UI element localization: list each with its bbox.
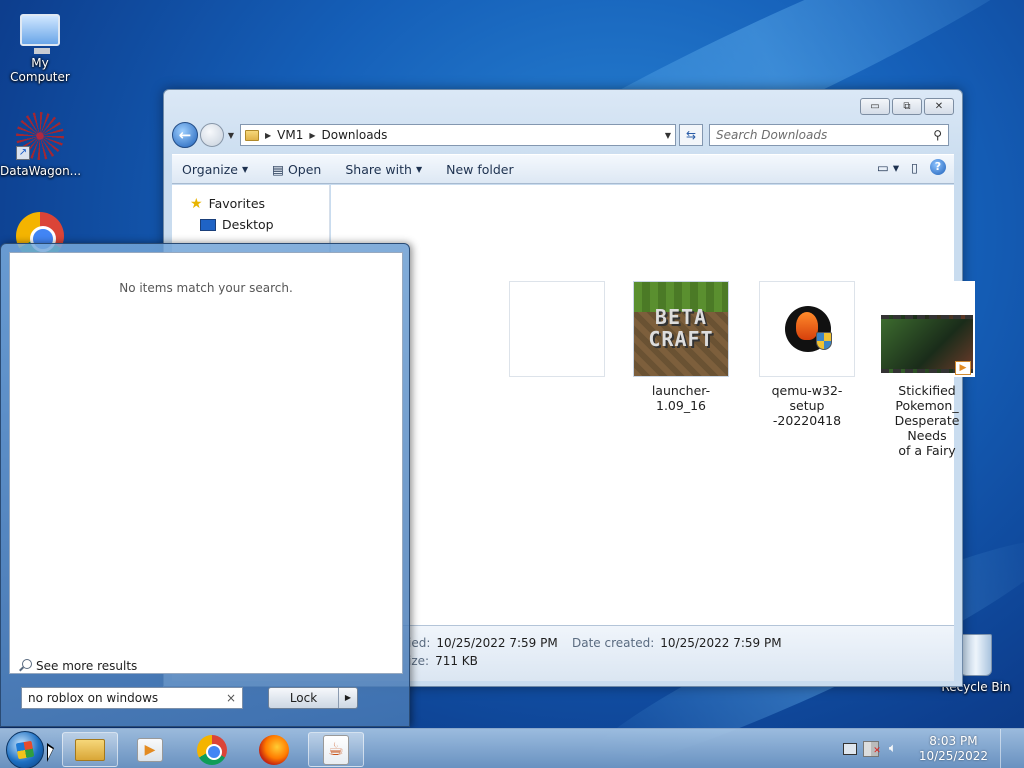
file-name: Stickified Pokemon_ Desperate Needs of a… [894, 383, 960, 458]
detail-created: Date created: 10/25/2022 7:59 PM [572, 636, 782, 650]
breadcrumb-arrow-icon[interactable]: ▶ [309, 131, 315, 140]
file-item-video[interactable]: ▶ Stickified Pokemon_ Desperate Needs of… [875, 281, 979, 458]
refresh-button[interactable]: ⇆ [679, 124, 703, 146]
search-icon[interactable]: ⚲ [933, 128, 942, 142]
help-icon[interactable]: ? [930, 159, 946, 175]
search-results: No items match your search. See more res… [9, 252, 403, 674]
taskbar-media-player[interactable]: ▶ [122, 732, 178, 767]
address-bar-row: ← ▼ ▶ VM1 ▶ Downloads ▼ ⇆ Search Downloa… [172, 122, 954, 148]
show-desktop-button[interactable] [1000, 729, 1014, 768]
desktop-icon-label: My Computer [10, 56, 70, 84]
open-button[interactable]: ▤ Open [272, 162, 321, 177]
toolbar-right: ▭ ▾ ▯ ? [877, 159, 946, 175]
qemu-installer-icon [759, 281, 855, 377]
see-more-results-link[interactable]: See more results [18, 659, 137, 673]
no-results-message: No items match your search. [119, 281, 293, 295]
betacraft-logo-text: BETA CRAFT [648, 305, 714, 351]
network-icon[interactable] [842, 743, 857, 755]
magnifier-icon [18, 659, 32, 673]
search-placeholder: Search Downloads [716, 128, 828, 142]
media-player-icon: ▶ [137, 737, 163, 762]
clear-search-icon[interactable]: × [226, 691, 236, 705]
clock-time: 8:03 PM [929, 734, 978, 748]
desktop-icon-label: DataWagon... [0, 164, 82, 178]
search-query: no roblox on windows [28, 691, 159, 705]
chrome-icon [197, 734, 227, 765]
desktop-icon-my-computer[interactable]: My Computer [0, 8, 80, 84]
minimize-button[interactable]: ▭ [860, 98, 890, 115]
close-button[interactable]: ✕ [924, 98, 954, 115]
lock-button-label[interactable]: Lock [269, 688, 339, 708]
taskbar: ▶ ☕ 🔈︎ 8:03 PM 10/25/2022 [0, 728, 1024, 768]
back-button[interactable]: ← [172, 122, 198, 148]
shortcut-arrow-icon: ↗ [16, 146, 30, 160]
taskbar-firefox[interactable] [246, 732, 302, 767]
java-icon: ☕ [323, 734, 349, 765]
play-icon: ▶ [955, 361, 971, 375]
preview-pane-icon[interactable]: ▯ [911, 160, 918, 175]
video-icon: ▶ [879, 281, 975, 377]
search-input[interactable]: Search Downloads ⚲ [709, 124, 949, 146]
view-options-icon[interactable]: ▭ ▾ [877, 160, 899, 175]
recent-pages-dropdown[interactable]: ▼ [226, 131, 236, 140]
firefox-icon [259, 734, 289, 765]
recycle-bin-icon [960, 634, 992, 676]
nav-desktop[interactable]: Desktop [190, 214, 329, 235]
detail-size: ize: 711 KB [408, 654, 478, 668]
power-options-arrow-icon[interactable]: ▶ [339, 688, 357, 708]
start-search-input[interactable]: no roblox on windows × [21, 687, 243, 709]
datawagon-icon: ↗ [16, 112, 64, 160]
address-bar[interactable]: ▶ VM1 ▶ Downloads ▼ [240, 124, 676, 146]
file-name: launcher-1.09_16 [651, 383, 711, 413]
lock-button[interactable]: Lock ▶ [268, 687, 358, 709]
nav-favorites[interactable]: ★ Favorites [190, 193, 329, 214]
breadcrumb-downloads[interactable]: Downloads [322, 128, 388, 142]
file-thumbnail [509, 281, 605, 377]
new-folder-button[interactable]: New folder [446, 162, 514, 177]
chevron-down-icon: ▼ [415, 164, 423, 174]
clock[interactable]: 8:03 PM 10/25/2022 [919, 734, 988, 764]
file-name: qemu-w32-setup -20220418 [771, 383, 843, 428]
detail-modified: ied: 10/25/2022 7:59 PM [408, 636, 558, 650]
share-with-button[interactable]: Share with ▼ [345, 162, 422, 177]
folder-icon [75, 738, 105, 761]
taskbar-java[interactable]: ☕ [308, 732, 364, 767]
star-icon: ★ [190, 195, 203, 212]
forward-button[interactable] [200, 123, 224, 147]
window-controls: ▭ ⧉ ✕ [860, 98, 954, 115]
file-item-launcher[interactable]: BETA CRAFT launcher-1.09_16 [629, 281, 733, 413]
folder-icon [245, 129, 259, 141]
chevron-down-icon: ▼ [242, 164, 249, 174]
organize-button[interactable]: Organize ▼ [182, 162, 248, 177]
file-item-qemu[interactable]: qemu-w32-setup -20220418 [755, 281, 859, 428]
file-item-java[interactable] [509, 281, 605, 383]
uac-shield-icon [816, 332, 832, 350]
breadcrumb-arrow-icon[interactable]: ▶ [265, 131, 271, 140]
clock-date: 10/25/2022 [918, 749, 988, 763]
system-tray: 🔈︎ 8:03 PM 10/25/2022 [842, 729, 1024, 768]
betacraft-icon: BETA CRAFT [633, 281, 729, 377]
desktop-icon [200, 218, 216, 231]
address-dropdown-icon[interactable]: ▼ [665, 131, 671, 140]
desktop-icon-datawagon[interactable]: ↗ DataWagon... [0, 112, 82, 178]
file-list: BETA CRAFT launcher-1.09_16 qemu-w32-setu… [331, 185, 975, 625]
start-button[interactable] [6, 731, 44, 768]
breadcrumb-vm1[interactable]: VM1 [277, 128, 303, 142]
action-center-flag-icon[interactable] [862, 741, 881, 759]
open-icon: ▤ [272, 161, 284, 177]
taskbar-explorer[interactable] [62, 732, 118, 767]
taskbar-chrome[interactable] [184, 732, 240, 767]
maximize-button[interactable]: ⧉ [892, 98, 922, 115]
volume-icon[interactable]: 🔈︎ [885, 741, 901, 757]
command-bar: Organize ▼ ▤ Open Share with ▼ New folder ▭… [172, 154, 954, 184]
start-menu: No items match your search. See more res… [0, 243, 410, 727]
computer-icon [20, 14, 60, 54]
mouse-cursor-icon [47, 743, 54, 762]
